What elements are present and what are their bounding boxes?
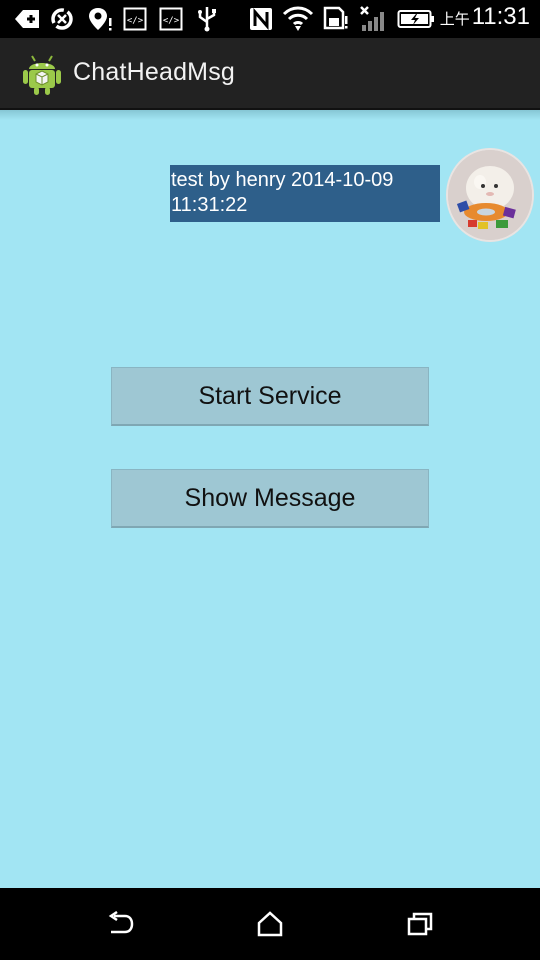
home-icon[interactable] (250, 908, 290, 940)
svg-text:</>: </> (127, 16, 144, 26)
svg-text:</>: </> (163, 16, 180, 26)
wifi-icon (282, 6, 314, 32)
code-icon: </> (158, 6, 184, 32)
start-service-button[interactable]: Start Service (111, 367, 429, 426)
status-clock: 上午 11:31 (440, 3, 530, 35)
status-bar: </> </> 上午 11:31 (0, 0, 540, 38)
recents-icon[interactable] (400, 908, 440, 940)
status-clock-time: 11:31 (471, 3, 530, 30)
usb-icon (194, 6, 220, 32)
chat-head-avatar[interactable] (446, 148, 534, 242)
add-icon (12, 6, 42, 32)
app-title: ChatHeadMsg (73, 58, 236, 86)
nfc-icon (248, 6, 274, 32)
chat-message-bubble[interactable]: test by henry 2014-10-09 11:31:22 (170, 165, 440, 222)
back-icon[interactable] (100, 908, 140, 940)
action-bar: ChatHeadMsg (0, 38, 540, 110)
main-content: test by henry 2014-10-09 11:31:22 Start … (0, 110, 540, 888)
android-icon (22, 52, 62, 96)
status-clock-ampm: 上午 (439, 11, 470, 28)
code-icon: </> (122, 6, 148, 32)
sd-card-icon (322, 6, 350, 32)
show-message-button[interactable]: Show Message (111, 469, 429, 528)
navigation-bar (0, 888, 540, 960)
signal-icon (358, 6, 390, 32)
battery-charging-icon (396, 6, 436, 32)
location-icon (86, 6, 114, 32)
sync-icon (48, 6, 76, 32)
